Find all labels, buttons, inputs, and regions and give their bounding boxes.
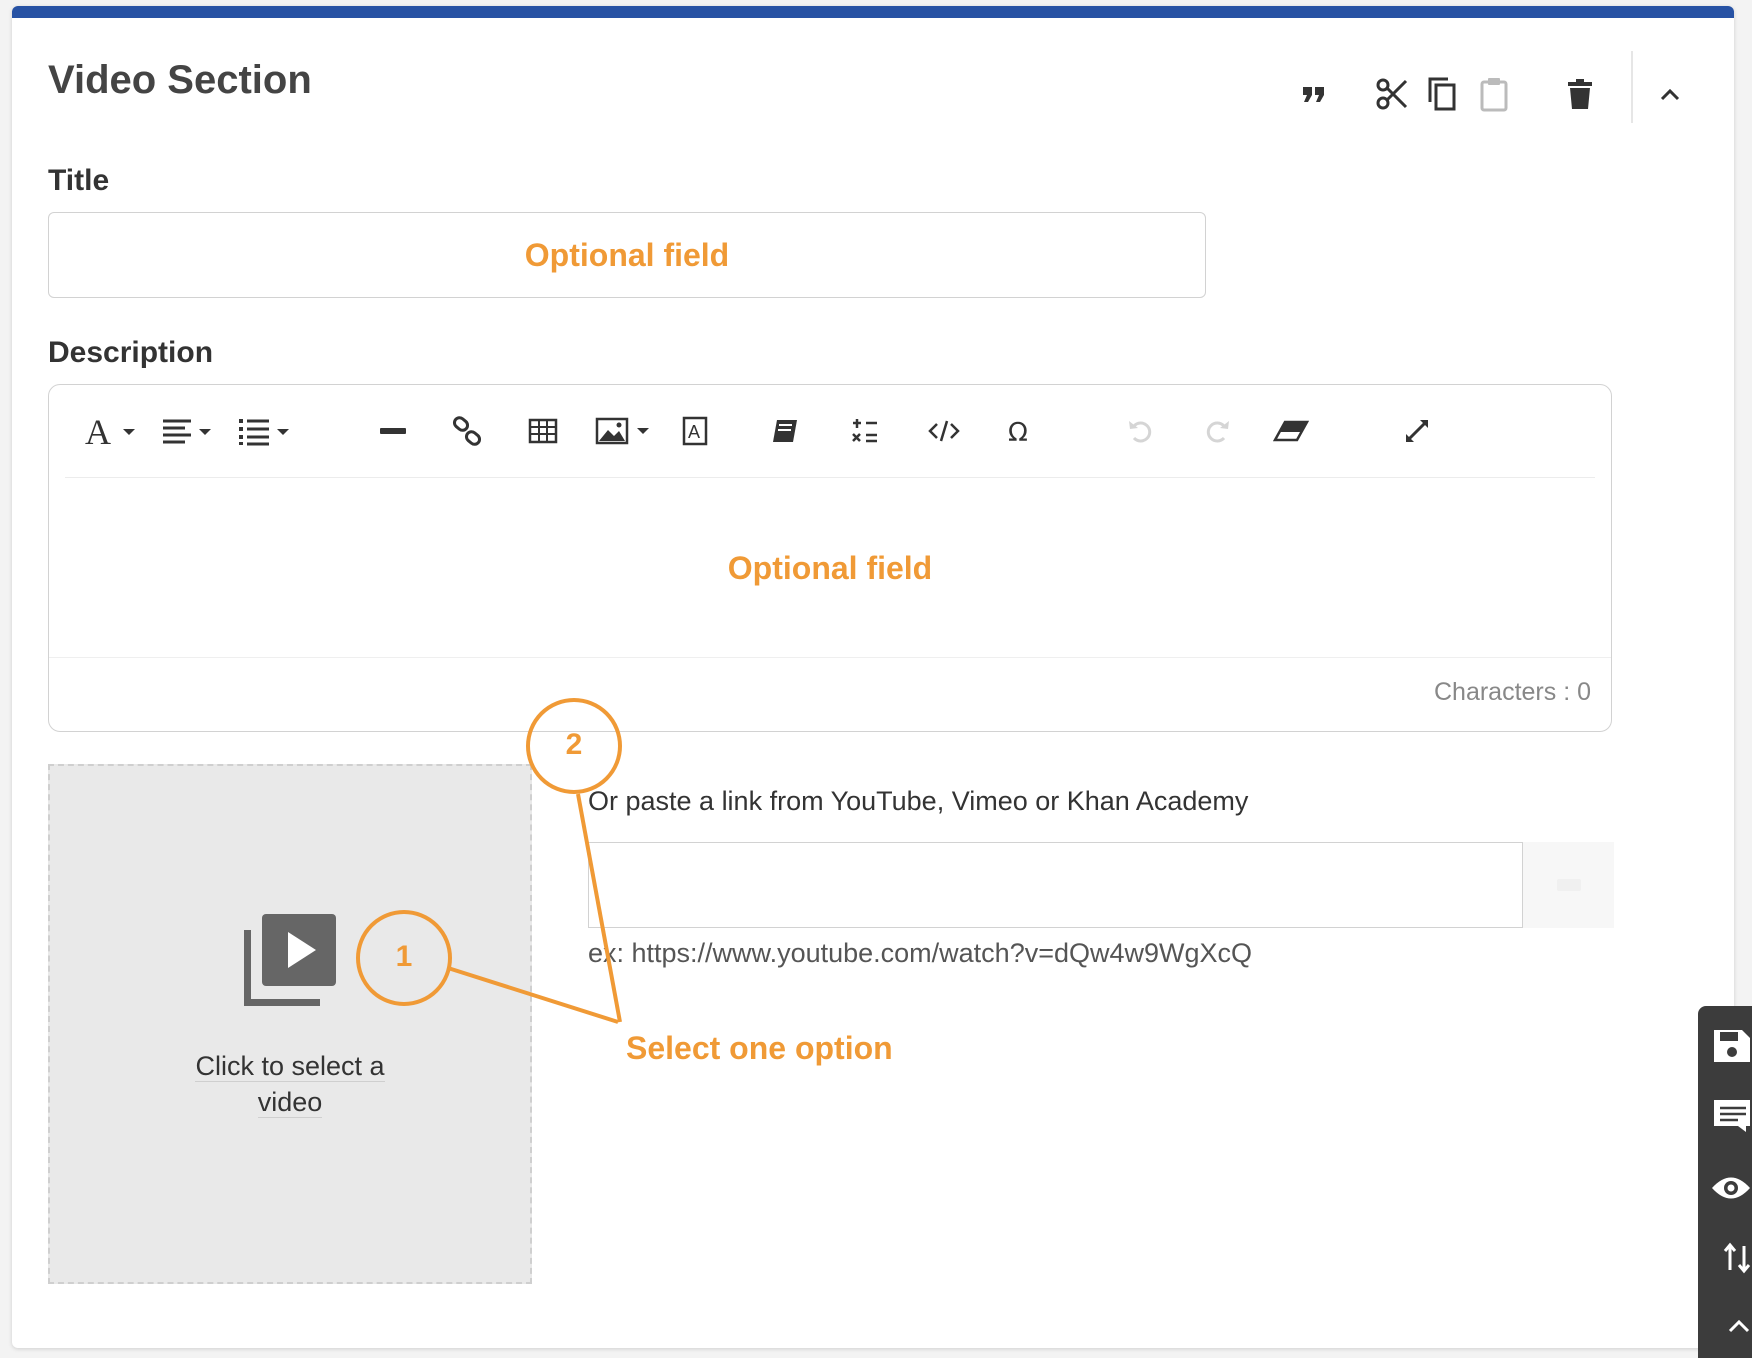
list-menu-button[interactable] <box>237 407 295 455</box>
image-icon <box>595 417 649 445</box>
list-icon <box>239 419 289 446</box>
eye-icon <box>1712 1177 1750 1199</box>
math-icon <box>852 419 877 443</box>
sort-icon <box>1723 1242 1751 1274</box>
svg-text:Ω: Ω <box>1008 418 1028 445</box>
book-icon <box>773 420 797 442</box>
quote-button[interactable] <box>1294 74 1334 114</box>
video-section-card: Video Section Title Description A <box>12 6 1734 1348</box>
clear-format-button[interactable] <box>1269 407 1313 455</box>
clipboard-icon <box>1480 78 1508 112</box>
description-label: Description <box>48 336 214 369</box>
link-button[interactable] <box>445 407 489 455</box>
expand-icon <box>1406 420 1428 442</box>
dock-save-button[interactable] <box>1698 1020 1752 1072</box>
text-box-icon: A <box>682 416 708 446</box>
chevron-up-icon <box>1728 1319 1750 1333</box>
svg-text:A: A <box>688 422 700 442</box>
annotation-marker-2: 2 <box>565 728 583 761</box>
text-box-button[interactable]: A <box>675 407 715 455</box>
side-dock <box>1698 1006 1752 1358</box>
code-icon <box>928 420 960 442</box>
link-icon <box>452 416 482 446</box>
dock-reorder-button[interactable] <box>1698 1232 1752 1284</box>
editor-footer: Characters : 0 <box>49 657 1611 731</box>
undo-button[interactable] <box>1121 407 1161 455</box>
save-icon <box>1714 1030 1750 1062</box>
dock-comment-button[interactable] <box>1698 1090 1752 1142</box>
title-label: Title <box>48 164 110 197</box>
description-editor: A A Ω Optional field Characters: 0 <box>48 384 1612 732</box>
align-left-icon <box>163 419 211 444</box>
image-menu-button[interactable] <box>595 407 655 455</box>
redo-button[interactable] <box>1197 407 1237 455</box>
copy-icon <box>1428 77 1456 111</box>
undo-icon <box>1129 421 1152 443</box>
horizontal-rule-button[interactable] <box>373 407 413 455</box>
copy-button[interactable] <box>1422 74 1462 114</box>
actions-divider <box>1631 51 1633 123</box>
dock-preview-button[interactable] <box>1698 1162 1752 1214</box>
select-video-area[interactable]: Click to select a video <box>48 764 532 1284</box>
horizontal-rule-icon <box>380 428 406 434</box>
special-char-button[interactable]: Ω <box>999 407 1039 455</box>
comment-icon <box>1714 1100 1750 1132</box>
title-input[interactable] <box>48 212 1206 298</box>
submit-link-button[interactable] <box>1523 842 1614 928</box>
editor-content-area[interactable]: Optional field <box>49 479 1611 657</box>
code-button[interactable] <box>923 407 965 455</box>
video-link-label: Or paste a link from YouTube, Vimeo or K… <box>588 786 1249 816</box>
font-menu-button[interactable]: A <box>85 407 141 455</box>
editor-placeholder: Optional field <box>727 549 933 586</box>
delete-button[interactable] <box>1560 74 1600 114</box>
glossary-button[interactable] <box>765 407 805 455</box>
scissors-icon <box>1376 78 1408 110</box>
table-icon <box>528 418 558 444</box>
math-button[interactable] <box>845 407 885 455</box>
editor-toolbar: A A Ω <box>65 385 1595 478</box>
video-link-example: ex: https://www.youtube.com/watch?v=dQw4… <box>588 938 1253 968</box>
paste-button[interactable] <box>1474 74 1514 114</box>
character-count: Characters : 0 <box>1433 678 1591 706</box>
fullscreen-button[interactable] <box>1397 407 1437 455</box>
annotation-marker-1: 1 <box>395 940 413 973</box>
font-icon: A <box>85 412 135 451</box>
svg-text:A: A <box>85 412 111 451</box>
quote-icon <box>1303 87 1324 102</box>
section-title: Video Section <box>48 58 312 102</box>
video-link-input[interactable] <box>588 842 1523 928</box>
select-video-text: Click to select a video <box>50 1048 530 1120</box>
collapse-button[interactable] <box>1650 74 1690 114</box>
select-video-line2: video <box>257 1087 323 1118</box>
video-library-icon <box>244 914 336 1006</box>
eraser-icon <box>1273 420 1309 442</box>
redo-icon <box>1206 421 1229 443</box>
card-accent-bar <box>12 6 1734 18</box>
align-menu-button[interactable] <box>161 407 217 455</box>
chevron-up-icon <box>1660 88 1680 101</box>
table-button[interactable] <box>521 407 565 455</box>
omega-icon: Ω <box>1008 418 1028 445</box>
trash-icon <box>1568 79 1592 109</box>
submit-icon <box>1556 879 1581 891</box>
dock-scroll-top-button[interactable] <box>1698 1300 1752 1352</box>
cut-button[interactable] <box>1372 74 1412 114</box>
select-video-line1: Click to select a <box>195 1051 385 1082</box>
annotation-hint: Select one option <box>626 1030 893 1066</box>
